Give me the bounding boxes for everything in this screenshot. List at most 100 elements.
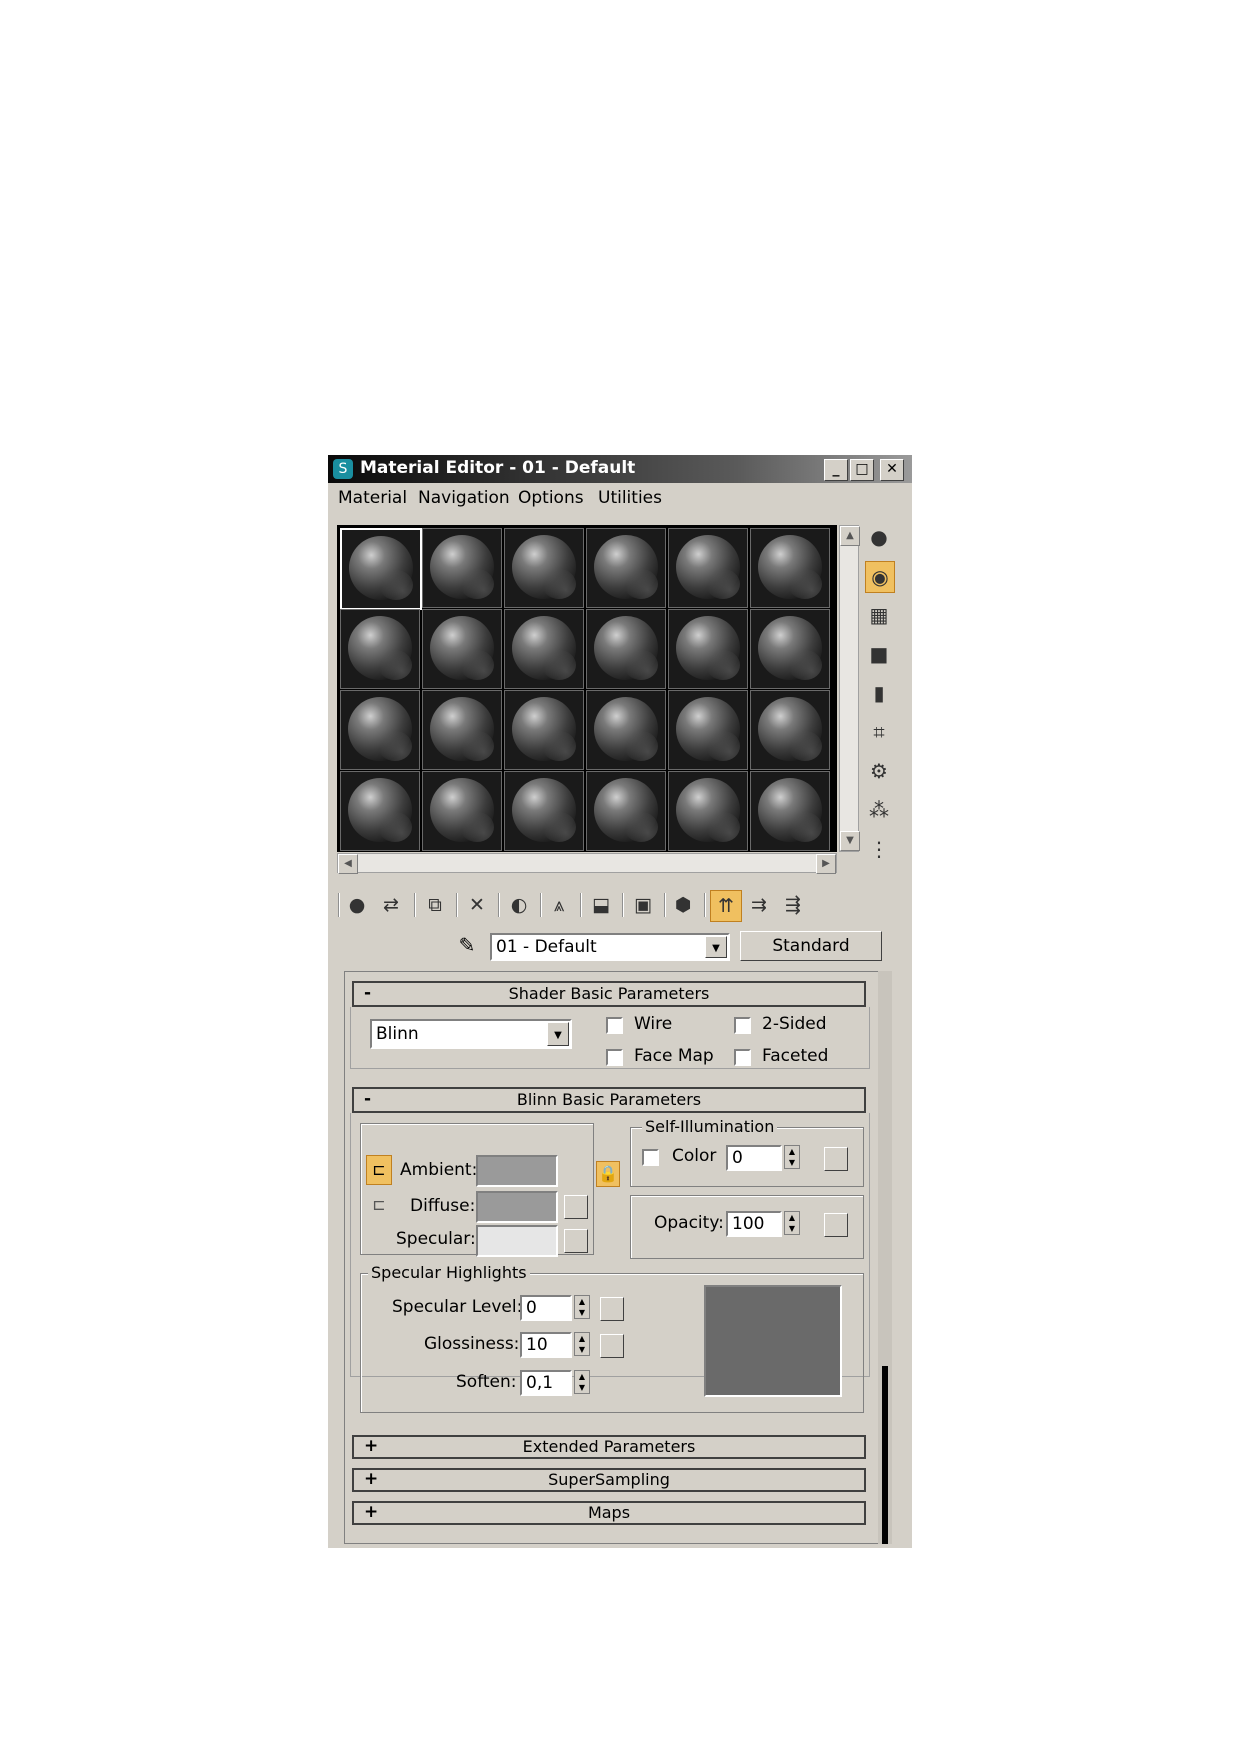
video-color-check-icon[interactable]: ▮ bbox=[865, 678, 893, 708]
make-preview-icon[interactable]: ⌗ bbox=[865, 717, 893, 747]
sample-slot[interactable] bbox=[422, 771, 502, 851]
specular-level-map-button[interactable] bbox=[600, 1297, 624, 1321]
specular-level-spinner-icon[interactable]: ▲ ▼ bbox=[574, 1295, 590, 1319]
show-end-result-icon[interactable]: ⬢ bbox=[668, 890, 698, 920]
sample-slot[interactable] bbox=[750, 771, 830, 851]
minimize-button[interactable]: _ bbox=[824, 459, 848, 481]
material-map-navigator-icon[interactable]: ⋮ bbox=[865, 834, 893, 864]
sample-slot[interactable] bbox=[422, 609, 502, 689]
opacity-map-button[interactable] bbox=[824, 1213, 848, 1237]
sample-slot[interactable] bbox=[504, 771, 584, 851]
material-name-field[interactable]: 01 - Default ▼ bbox=[490, 933, 730, 961]
sample-slot[interactable] bbox=[422, 690, 502, 770]
diffuse-label: Diffuse: bbox=[410, 1196, 476, 1216]
menu-navigation[interactable]: Navigation bbox=[418, 488, 510, 508]
rollout-title: SuperSampling bbox=[548, 1470, 670, 1489]
sample-slot[interactable] bbox=[340, 690, 420, 770]
rollout-scrollbar[interactable] bbox=[878, 971, 892, 1544]
sample-slot[interactable] bbox=[586, 528, 666, 608]
soften-spinner-icon[interactable]: ▲ ▼ bbox=[574, 1370, 590, 1394]
pick-material-eyedropper-icon[interactable]: ✎ bbox=[454, 933, 480, 959]
sample-slot[interactable] bbox=[750, 609, 830, 689]
maximize-button[interactable]: □ bbox=[850, 459, 874, 481]
material-effects-channel-icon[interactable]: ⬓ bbox=[586, 890, 616, 920]
get-material-icon[interactable]: ● bbox=[342, 890, 372, 920]
slots-vertical-scrollbar[interactable]: ▲ ▼ bbox=[839, 525, 860, 852]
select-by-material-icon[interactable]: ⁂ bbox=[865, 795, 893, 825]
material-sphere-preview bbox=[512, 697, 576, 761]
menu-material[interactable]: Material bbox=[338, 488, 407, 508]
sample-slot[interactable] bbox=[668, 690, 748, 770]
sample-slot[interactable] bbox=[504, 690, 584, 770]
go-to-parent-icon[interactable]: ⇈ bbox=[710, 890, 742, 922]
sample-slot[interactable] bbox=[504, 528, 584, 608]
uv-tiling-icon[interactable]: ■ bbox=[865, 639, 893, 669]
sample-slot[interactable] bbox=[668, 609, 748, 689]
close-button[interactable]: ✕ bbox=[880, 459, 904, 481]
diffuse-specular-lock-icon[interactable]: ⊏ bbox=[366, 1191, 392, 1221]
specular-level-field[interactable]: 0 bbox=[520, 1295, 572, 1321]
ambient-diffuse-lock-icon[interactable]: ⊏ bbox=[366, 1155, 392, 1185]
toolbar-separator bbox=[704, 893, 706, 917]
show-map-in-viewport-icon[interactable]: ▣ bbox=[628, 890, 658, 920]
sample-slot[interactable] bbox=[340, 528, 422, 610]
self-illum-color-checkbox[interactable] bbox=[642, 1149, 659, 1166]
diffuse-color-swatch[interactable] bbox=[476, 1191, 558, 1223]
scroll-left-arrow-icon[interactable]: ◀ bbox=[338, 854, 358, 874]
scroll-right-arrow-icon[interactable]: ▶ bbox=[816, 854, 836, 874]
blinn-basic-parameters-rollout-header[interactable]: - Blinn Basic Parameters bbox=[352, 1087, 866, 1113]
specular-color-swatch[interactable] bbox=[476, 1225, 558, 1257]
sample-slot[interactable] bbox=[668, 528, 748, 608]
assign-to-selection-icon[interactable]: ⧉ bbox=[420, 890, 450, 920]
sample-slot[interactable] bbox=[750, 690, 830, 770]
title-bar[interactable]: S Material Editor - 01 - Default _ □ ✕ bbox=[328, 455, 912, 483]
sample-type-icon[interactable]: ● bbox=[865, 522, 893, 552]
opacity-spinner-icon[interactable]: ▲ ▼ bbox=[784, 1211, 800, 1235]
specular-map-button[interactable] bbox=[564, 1229, 588, 1253]
slots-horizontal-scrollbar[interactable]: ◀ ▶ bbox=[337, 853, 837, 874]
go-forward-to-sibling-icon[interactable]: ⇉ bbox=[744, 890, 774, 920]
sample-slot[interactable] bbox=[422, 528, 502, 608]
opacity-value-field[interactable]: 100 bbox=[726, 1211, 782, 1237]
self-illum-map-button[interactable] bbox=[824, 1147, 848, 1171]
rollout-scrollbar-thumb[interactable] bbox=[882, 1366, 888, 1544]
sample-slot[interactable] bbox=[586, 690, 666, 770]
glossiness-spinner-icon[interactable]: ▲ ▼ bbox=[574, 1332, 590, 1356]
sample-slot[interactable] bbox=[504, 609, 584, 689]
material-sphere-preview bbox=[512, 616, 576, 680]
ambient-color-swatch[interactable] bbox=[476, 1155, 558, 1187]
put-to-scene-icon[interactable]: ⇄ bbox=[376, 890, 406, 920]
material-name-dropdown-arrow-icon[interactable]: ▼ bbox=[705, 936, 727, 958]
rollout-title: Maps bbox=[587, 1503, 631, 1522]
diffuse-lock-icon[interactable]: 🔒 bbox=[596, 1161, 620, 1187]
sample-slot[interactable] bbox=[750, 528, 830, 608]
sample-slot[interactable] bbox=[340, 609, 420, 689]
glossiness-field[interactable]: 10 bbox=[520, 1332, 572, 1358]
sample-slot[interactable] bbox=[586, 771, 666, 851]
menu-utilities[interactable]: Utilities bbox=[598, 488, 662, 508]
scroll-up-arrow-icon[interactable]: ▲ bbox=[840, 526, 860, 546]
shader-basic-parameters-rollout-header[interactable]: - Shader Basic Parameters bbox=[352, 981, 866, 1007]
backlight-icon[interactable]: ◉ bbox=[865, 561, 895, 593]
menu-bar: Material Navigation Options Utilities bbox=[328, 483, 912, 513]
reset-map-icon[interactable]: ✕ bbox=[462, 890, 492, 920]
supersampling-rollout-header[interactable]: + SuperSampling bbox=[352, 1468, 866, 1492]
material-navigator-icon[interactable]: ⇶ bbox=[778, 890, 808, 920]
scroll-down-arrow-icon[interactable]: ▼ bbox=[840, 831, 860, 851]
self-illum-spinner-icon[interactable]: ▲ ▼ bbox=[784, 1145, 800, 1169]
material-type-button[interactable]: Standard bbox=[740, 931, 882, 961]
extended-parameters-rollout-header[interactable]: + Extended Parameters bbox=[352, 1435, 866, 1459]
sample-slot[interactable] bbox=[586, 609, 666, 689]
sample-slot[interactable] bbox=[668, 771, 748, 851]
put-to-library-icon[interactable]: ⩓ bbox=[544, 890, 574, 920]
glossiness-map-button[interactable] bbox=[600, 1334, 624, 1358]
self-illum-value-field[interactable]: 0 bbox=[726, 1145, 782, 1171]
options-icon[interactable]: ⚙ bbox=[865, 756, 893, 786]
soften-field[interactable]: 0,1 bbox=[520, 1370, 572, 1396]
background-checker-icon[interactable]: ▦ bbox=[865, 600, 893, 630]
make-unique-icon[interactable]: ◐ bbox=[504, 890, 534, 920]
menu-options[interactable]: Options bbox=[518, 488, 584, 508]
diffuse-map-button[interactable] bbox=[564, 1195, 588, 1219]
sample-slot[interactable] bbox=[340, 771, 420, 851]
maps-rollout-header[interactable]: + Maps bbox=[352, 1501, 866, 1525]
